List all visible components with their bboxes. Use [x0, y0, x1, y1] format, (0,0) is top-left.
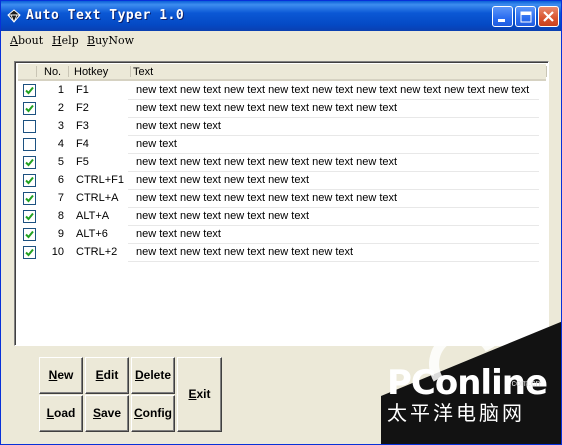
row-checkbox[interactable]: [23, 210, 36, 223]
row-number: 4: [57, 138, 64, 150]
row-number: 8: [57, 210, 64, 222]
watermark-domain: .com.cn: [509, 378, 541, 388]
column-header-check[interactable]: [18, 64, 37, 81]
diamond-icon: [7, 9, 21, 23]
checkmark-icon: [25, 230, 34, 239]
row-checkbox[interactable]: [23, 174, 36, 187]
row-checkbox[interactable]: [23, 156, 36, 169]
row-number: 1: [57, 84, 64, 96]
row-text: new text new text: [136, 228, 221, 240]
list-item[interactable]: 9 ALT+6 new text new text: [18, 226, 539, 244]
row-text: new text new text new text new text new …: [136, 156, 398, 168]
close-icon: [543, 11, 554, 22]
list-item[interactable]: 4 F4 new text: [18, 136, 539, 154]
row-checkbox[interactable]: [23, 102, 36, 115]
close-button[interactable]: [538, 6, 559, 27]
header-divider[interactable]: [130, 66, 131, 77]
menu-buynow[interactable]: BuyNow: [87, 34, 134, 47]
checkmark-icon: [25, 248, 34, 257]
row-checkbox[interactable]: [23, 138, 36, 151]
row-hotkey: CTRL+2: [76, 246, 118, 258]
load-button[interactable]: Load: [39, 395, 83, 432]
menu-bar: About Help BuyNow: [1, 31, 561, 51]
row-text: new text new text new text new text: [136, 174, 310, 186]
header-divider[interactable]: [546, 66, 547, 77]
list-item[interactable]: 5 F5 new text new text new text new text n…: [18, 154, 539, 172]
minimize-icon: [498, 19, 505, 22]
title-bar[interactable]: Auto Text Typer 1.0: [1, 1, 561, 31]
exit-button[interactable]: Exit: [177, 357, 222, 432]
row-text: new text new text new text new text new …: [136, 102, 398, 114]
row-hotkey: F3: [76, 120, 89, 132]
column-header-no[interactable]: No.: [37, 64, 69, 81]
row-hotkey: ALT+6: [76, 228, 108, 240]
app-window: Auto Text Typer 1.0 About Help BuyNow No…: [0, 0, 562, 445]
checkmark-icon: [25, 104, 34, 113]
list-item[interactable]: 1 F1 new text new text new text new text n…: [18, 82, 539, 100]
row-divider: [128, 261, 539, 262]
row-text: new text new text new text new text new …: [136, 84, 530, 96]
edit-button[interactable]: Edit: [85, 357, 129, 394]
list-item[interactable]: 6 CTRL+F1 new text new text new text new t…: [18, 172, 539, 190]
menu-about[interactable]: About: [10, 34, 43, 47]
header-divider[interactable]: [36, 66, 37, 77]
row-hotkey: F1: [76, 84, 89, 96]
row-checkbox[interactable]: [23, 120, 36, 133]
row-hotkey: F2: [76, 102, 89, 114]
window-title: Auto Text Typer 1.0: [26, 8, 185, 23]
row-number: 2: [57, 102, 64, 114]
row-number: 3: [57, 120, 64, 132]
checkmark-icon: [25, 158, 34, 167]
row-checkbox[interactable]: [23, 192, 36, 205]
row-number: 5: [57, 156, 64, 168]
list-item[interactable]: 8 ALT+A new text new text new text new tex…: [18, 208, 539, 226]
row-number: 7: [57, 192, 64, 204]
header-divider[interactable]: [68, 66, 69, 77]
save-button[interactable]: Save: [85, 395, 129, 432]
row-hotkey: F5: [76, 156, 89, 168]
list-item[interactable]: 7 CTRL+A new text new text new text new te…: [18, 190, 539, 208]
hotkey-list[interactable]: No. Hotkey Text 1 F1 new text new text new…: [14, 61, 549, 346]
checkmark-icon: [25, 86, 34, 95]
checkmark-icon: [25, 176, 34, 185]
list-item[interactable]: 10 CTRL+2 new text new text new text new t…: [18, 244, 539, 262]
row-checkbox[interactable]: [23, 228, 36, 241]
row-text: new text new text: [136, 120, 221, 132]
checkmark-icon: [25, 212, 34, 221]
config-button[interactable]: Config: [131, 395, 175, 432]
row-number: 10: [51, 246, 64, 258]
list-item[interactable]: 2 F2 new text new text new text new text n…: [18, 100, 539, 118]
row-text: new text new text new text new text new …: [136, 246, 354, 258]
row-number: 6: [57, 174, 64, 186]
checkmark-icon: [25, 194, 34, 203]
row-hotkey: ALT+A: [76, 210, 110, 222]
row-checkbox[interactable]: [23, 246, 36, 259]
column-header-hotkey[interactable]: Hotkey: [69, 64, 131, 81]
row-hotkey: CTRL+A: [76, 192, 119, 204]
new-button[interactable]: New: [39, 357, 83, 394]
row-checkbox[interactable]: [23, 84, 36, 97]
row-text: new text: [136, 138, 177, 150]
row-number: 9: [57, 228, 64, 240]
maximize-icon: [520, 11, 532, 23]
row-hotkey: CTRL+F1: [76, 174, 124, 186]
watermark-chinese: 太平洋电脑网: [387, 401, 525, 425]
row-hotkey: F4: [76, 138, 89, 150]
menu-help[interactable]: Help: [52, 34, 79, 47]
row-text: new text new text new text new text: [136, 210, 310, 222]
maximize-button[interactable]: [515, 6, 536, 27]
row-text: new text new text new text new text new …: [136, 192, 398, 204]
column-header-text[interactable]: Text: [131, 64, 546, 81]
minimize-button[interactable]: [492, 6, 513, 27]
delete-button[interactable]: Delete: [131, 357, 175, 394]
list-item[interactable]: 3 F3 new text new text: [18, 118, 539, 136]
